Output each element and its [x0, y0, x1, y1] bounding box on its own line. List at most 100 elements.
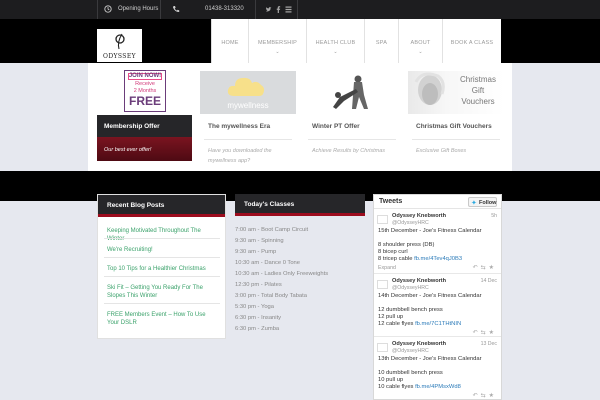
gift-vouchers-image: Christmas Gift Vouchers: [408, 71, 504, 114]
todays-classes-widget: Today's Classes 7:00 am - Boot Camp Circ…: [235, 194, 365, 334]
facebook-icon[interactable]: [276, 6, 281, 13]
nav-spa[interactable]: SPA: [365, 19, 399, 63]
ad-join-now: JOIN NOW!: [128, 73, 162, 79]
gift-vouchers-title: Christmas Gift Vouchers: [416, 123, 492, 130]
chevron-down-icon: ⌄: [275, 49, 280, 55]
main-nav: HOME MEMBERSHIP ⌄ HEALTH CLUB ⌄ SPA ABOUT ⌄…: [211, 19, 501, 63]
site-logo[interactable]: ODYSSEY: [97, 29, 142, 62]
tweet-date[interactable]: 5h: [491, 213, 497, 219]
widget-title: Recent Blog Posts: [107, 202, 165, 209]
mywellness-card[interactable]: mywellness The mywellness Era Have you d…: [200, 63, 296, 164]
tweet-link[interactable]: fb.me/4PMsxWd8: [415, 384, 461, 390]
nav-health-club[interactable]: HEALTH CLUB ⌄: [307, 19, 365, 63]
tweet-text-line: 15th December - Joe's Fitness Calendar: [378, 228, 482, 234]
membership-offer-card[interactable]: JOIN NOW! Receive 2 Months FREE Membersh…: [97, 63, 192, 163]
membership-offer-sub: Our best ever offer!: [104, 147, 152, 153]
gift-vouchers-sub: Exclusive Gift Boxes: [416, 148, 467, 154]
tweet-actions[interactable]: ↶⇆★: [473, 392, 497, 399]
opening-hours-link[interactable]: Opening Hours: [118, 6, 158, 12]
nav-label: BOOK A CLASS: [450, 40, 494, 46]
expand-link[interactable]: Expand: [378, 265, 396, 271]
twitter-icon[interactable]: [265, 6, 272, 13]
nav-book-a-class[interactable]: BOOK A CLASS: [443, 19, 501, 63]
tweets-header: Tweets ✦ Follow: [374, 195, 501, 209]
nav-home[interactable]: HOME: [212, 19, 249, 63]
blog-post-link[interactable]: FREE Members Event – How To Use Your DSL…: [107, 311, 219, 327]
ad-receive: Receive: [135, 81, 155, 87]
winter-pt-card[interactable]: Winter PT Offer Achieve Results by Chris…: [304, 63, 400, 163]
chevron-down-icon: ⌄: [333, 49, 338, 55]
tweet-author[interactable]: Odyssey Knebworth: [392, 341, 446, 347]
nav-label: ABOUT: [410, 40, 431, 46]
tweet[interactable]: Odyssey Knebworth @OdysseyHRC 5h 15th De…: [374, 210, 501, 274]
tweets-title: Tweets: [379, 198, 403, 205]
nav-about[interactable]: ABOUT ⌄: [399, 19, 443, 63]
winter-pt-sub: Achieve Results by Christmas: [312, 148, 386, 154]
class-item[interactable]: 7:00 am - Boot Camp Circuit: [235, 227, 308, 233]
logo-text: ODYSSEY: [103, 53, 136, 60]
tweet-text-line: 13th December - Joe's Fitness Calendar: [378, 356, 482, 362]
mywellness-wordmark: mywellness: [227, 101, 269, 110]
gift-img-line3: Vouchers: [461, 97, 495, 106]
tweet-author[interactable]: Odyssey Knebworth: [392, 213, 446, 219]
tweet-actions[interactable]: ↶⇆★: [473, 264, 497, 271]
class-item[interactable]: 12:30 pm - Pilates: [235, 282, 282, 288]
pt-figures-icon: [333, 75, 368, 109]
tweet[interactable]: Odyssey Knebworth @OdysseyHRC 13 Dec 13t…: [374, 338, 501, 399]
nav-label: HEALTH CLUB: [315, 40, 356, 46]
class-item[interactable]: 9:30 am - Pump: [235, 249, 276, 255]
blog-post-link[interactable]: Ski Fit – Getting You Ready For The Slop…: [107, 284, 219, 300]
top-bar: Opening Hours 01438-313320: [0, 0, 600, 19]
tweet-date[interactable]: 14 Dec: [481, 278, 497, 284]
blog-post-link[interactable]: Top 10 Tips for a Healthier Christmas: [107, 265, 219, 273]
nav-label: SPA: [375, 40, 388, 46]
avatar: [377, 280, 388, 289]
blog-post-link[interactable]: Keeping Motivated Throughout The Winter: [107, 227, 219, 243]
membership-offer-title: Membership Offer: [104, 123, 160, 130]
tweet-handle[interactable]: @OdysseyHRC: [392, 285, 429, 291]
gift-vouchers-card[interactable]: Christmas Gift Vouchers Christmas Gift V…: [408, 63, 504, 163]
nav-membership[interactable]: MEMBERSHIP ⌄: [249, 19, 307, 63]
recent-blog-posts-widget: Recent Blog Posts Keeping Motivated Thro…: [97, 194, 226, 339]
winter-pt-image: [304, 71, 400, 114]
gift-img-line1: Christmas: [459, 75, 496, 84]
tweet-date[interactable]: 13 Dec: [481, 341, 497, 347]
class-item[interactable]: 10:30 am - Ladies Only Freeweights: [235, 271, 328, 277]
widget-title: Today's Classes: [244, 201, 295, 208]
chevron-down-icon: ⌄: [418, 49, 423, 55]
rss-icon[interactable]: [285, 6, 292, 13]
mywellness-image: mywellness: [200, 71, 296, 114]
class-item[interactable]: 6:30 pm - Zumba: [235, 326, 279, 332]
mywellness-sub: Have you downloaded the mywellness app?: [208, 148, 272, 164]
tweet-text-line: 12 cable flyes fb.me/7C1THtNIN: [378, 321, 462, 327]
tweet-author[interactable]: Odyssey Knebworth: [392, 278, 446, 284]
avatar: [377, 343, 388, 352]
follow-button[interactable]: ✦ Follow: [468, 197, 497, 207]
tweet-text-line: 8 tricep cable fb.me/4Tev4qJ0B3: [378, 256, 463, 262]
tweet-handle[interactable]: @OdysseyHRC: [392, 348, 429, 354]
gift-img-line2: Gift: [471, 86, 485, 95]
tweet-handle[interactable]: @OdysseyHRC: [392, 220, 429, 226]
class-item[interactable]: 9:30 am - Spinning: [235, 238, 284, 244]
class-item[interactable]: 10:30 am - Dance 0 Tone: [235, 260, 300, 266]
avatar: [377, 215, 388, 224]
tweet-text-line: 12 dumbbell bench press: [378, 307, 443, 313]
tweet-text-line: 8 shoulder press (DB): [378, 242, 435, 248]
ad-free: FREE: [128, 94, 161, 108]
phone-icon: [173, 6, 180, 13]
follow-label: Follow: [479, 200, 497, 206]
tweet-text-line: 8 bicep curl: [378, 249, 408, 255]
tweet-actions[interactable]: ↶⇆★: [473, 329, 497, 336]
class-item[interactable]: 5:30 pm - Yoga: [235, 304, 274, 310]
tweet-link[interactable]: fb.me/7C1THtNIN: [415, 321, 461, 327]
tweet-link[interactable]: fb.me/4Tev4qJ0B3: [414, 256, 462, 262]
tweet-text-line: 14th December - Joe's Fitness Calendar: [378, 293, 482, 299]
phone-number: 01438-313320: [205, 6, 244, 12]
clock-icon: [104, 5, 112, 13]
blog-post-link[interactable]: We're Recruiting!: [107, 246, 219, 254]
tweet[interactable]: Odyssey Knebworth @OdysseyHRC 14 Dec 14t…: [374, 275, 501, 337]
widget-header: Recent Blog Posts: [98, 195, 225, 217]
tweets-widget: Tweets ✦ Follow Odyssey Knebworth @Odyss…: [373, 194, 502, 400]
class-item[interactable]: 3:00 pm - Total Body Tabata: [235, 293, 307, 299]
class-item[interactable]: 6:30 pm - Insanity: [235, 315, 281, 321]
